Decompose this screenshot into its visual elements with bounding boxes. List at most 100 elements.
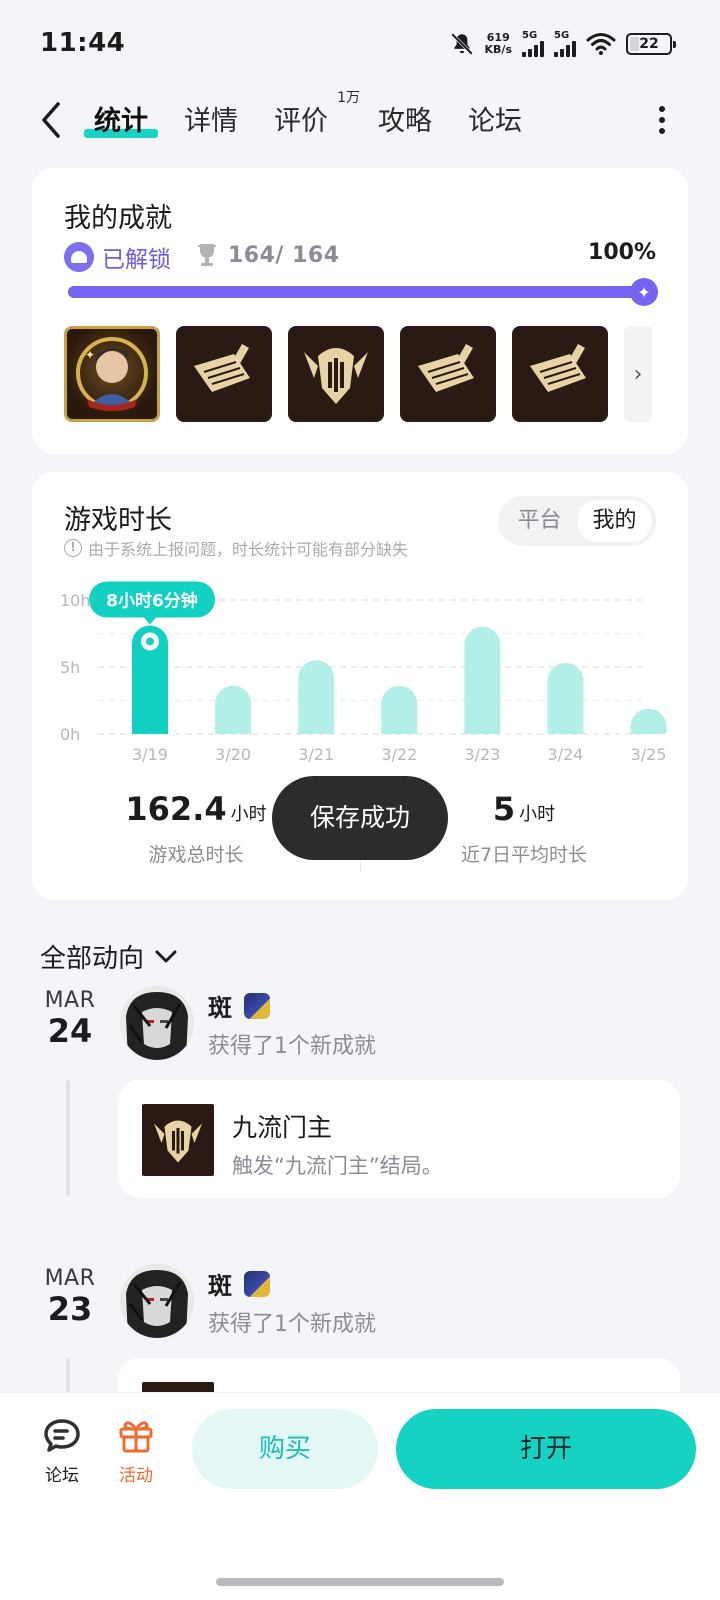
tab-forum[interactable]: 论坛: [458, 100, 532, 144]
guild-crest-icon: [244, 1270, 270, 1297]
ghost-mascot-icon: [64, 242, 94, 272]
save-success-toast: 保存成功: [272, 776, 448, 860]
achievement-description: 触发“九流门主”结局。: [232, 1154, 443, 1178]
chevron-right-icon[interactable]: ›: [624, 326, 652, 422]
playtime-note-text: 由于系统上报问题，时长统计可能有部分缺失: [88, 540, 409, 559]
battery-level: 22: [639, 36, 659, 52]
toggle-platform[interactable]: 平台: [502, 500, 577, 542]
bottom-action-bar: 论坛 活动 购买 打开: [0, 1392, 720, 1600]
progress-fill: [68, 286, 644, 298]
total-playtime-unit: 小时: [230, 804, 267, 825]
achievement-badge-crest[interactable]: [288, 326, 384, 422]
entry-day: 24: [47, 1012, 93, 1050]
speed-unit: KB/s: [484, 43, 512, 56]
unlocked-status: 已解锁: [64, 240, 171, 274]
activity-button[interactable]: 活动: [106, 1417, 166, 1486]
chart-bar: [464, 626, 501, 734]
achievement-badge-scroll[interactable]: [176, 326, 272, 422]
y-tick-label: 10h: [60, 591, 91, 610]
toggle-mine[interactable]: 我的: [577, 500, 652, 542]
chart-bar: [298, 660, 335, 734]
y-tick-label: 0h: [60, 725, 80, 744]
highlight-dot-inner: [146, 637, 154, 646]
tab-stats-label: 统计: [94, 106, 148, 137]
tab-reviews[interactable]: 评价 1万: [264, 90, 360, 144]
username[interactable]: 斑: [208, 988, 270, 1023]
playtime-note: ! 由于系统上报问题，时长统计可能有部分缺失: [64, 536, 408, 560]
x-tick-label: 3/19: [132, 745, 168, 764]
signal-2: 5G: [554, 31, 576, 57]
playtime-bar-chart: 10h 5h 0h 3/19 3/20 3/21 3/22 3/23 3/24 3/25 8小时…: [60, 581, 667, 764]
achievement-thumbnail: [142, 1104, 214, 1176]
chat-bubble-icon: [44, 1419, 80, 1452]
username-text: 斑: [208, 1272, 232, 1300]
gift-icon: [119, 1421, 153, 1453]
entry-date: MAR 24: [40, 988, 100, 1049]
status-time: 11:44: [40, 28, 126, 58]
signal-1: 5G: [522, 31, 544, 57]
open-button[interactable]: 打开: [396, 1409, 696, 1489]
achievement-badge-scroll[interactable]: [400, 326, 496, 422]
chevron-down-icon: [155, 950, 177, 962]
status-icons: 619 KB/s 5G 5G 22: [449, 28, 676, 60]
entry-action: 获得了1个新成就: [208, 1034, 376, 1059]
mute-bell-icon: [450, 33, 473, 55]
tab-bar: 统计 详情 评价 1万 攻略 论坛: [84, 90, 548, 144]
achievement-badge-portrait[interactable]: ✦: [64, 326, 160, 422]
avatar[interactable]: [120, 986, 194, 1060]
entry-month: MAR: [44, 988, 96, 1013]
x-tick-label: 3/23: [464, 745, 500, 764]
playtime-title: 游戏时长: [64, 505, 172, 536]
buy-button[interactable]: 购买: [192, 1409, 378, 1489]
battery-icon: 22: [626, 33, 676, 55]
status-bar: 11:44 619 KB/s 5G 5G 22: [0, 0, 720, 90]
tab-details[interactable]: 详情: [174, 100, 248, 144]
unlocked-label: 已解锁: [102, 247, 171, 273]
chart-bar: [630, 708, 667, 734]
avatar[interactable]: [120, 1264, 194, 1338]
playtime-toggle: 平台 我的: [498, 496, 656, 546]
y-tick-label: 5h: [60, 658, 80, 677]
network-speed: 619 KB/s: [485, 32, 512, 56]
forum-label: 论坛: [45, 1466, 79, 1486]
total-playtime-value: 162.4: [125, 790, 227, 828]
feed-filter-label: 全部动向: [40, 944, 145, 974]
x-tick-label: 3/24: [548, 745, 584, 764]
back-arrow-icon[interactable]: [34, 98, 68, 142]
feed-filter[interactable]: 全部动向: [40, 938, 178, 975]
entry-month: MAR: [44, 1266, 96, 1291]
tab-reviews-label: 评价: [274, 106, 328, 137]
achievement-count: 164/ 164: [228, 242, 340, 268]
signal-bars-icon: [554, 41, 576, 57]
achievement-card[interactable]: 九流门主 触发“九流门主”结局。: [118, 1080, 680, 1198]
tab-guides-label: 攻略: [378, 106, 432, 137]
review-count-badge: 1万: [337, 90, 360, 106]
achievement-title: 九流门主: [232, 1113, 333, 1142]
achievements-title: 我的成就: [64, 203, 172, 234]
tooltip-pointer: [144, 617, 156, 625]
trophy-icon: [198, 244, 216, 266]
achievements-card: 我的成就 已解锁 164/ 164 100% ✦ ✦ ›: [32, 168, 688, 454]
username-text: 斑: [208, 994, 232, 1022]
username[interactable]: 斑: [208, 1266, 270, 1301]
tooltip-text: 8小时6分钟: [106, 590, 198, 611]
achievement-badge-scroll[interactable]: [512, 326, 608, 422]
tab-details-label: 详情: [184, 106, 238, 137]
entry-action: 获得了1个新成就: [208, 1312, 376, 1337]
chart-bar: [547, 662, 584, 734]
chart-bar: [215, 685, 252, 734]
x-tick-label: 3/21: [298, 745, 334, 764]
avg-playtime-unit: 小时: [519, 804, 556, 825]
signal-bars-icon: [522, 41, 544, 57]
forum-button[interactable]: 论坛: [32, 1417, 92, 1486]
sparkle-icon: ✦: [630, 278, 658, 306]
tab-stats[interactable]: 统计: [84, 100, 158, 144]
x-tick-label: 3/20: [215, 745, 251, 764]
guild-crest-icon: [244, 992, 270, 1019]
network-type-2: 5G: [554, 30, 570, 41]
network-type-1: 5G: [522, 30, 538, 41]
entry-day: 23: [47, 1290, 93, 1328]
more-options-icon[interactable]: [654, 102, 670, 138]
tab-guides[interactable]: 攻略: [368, 100, 442, 144]
x-tick-label: 3/22: [381, 745, 417, 764]
